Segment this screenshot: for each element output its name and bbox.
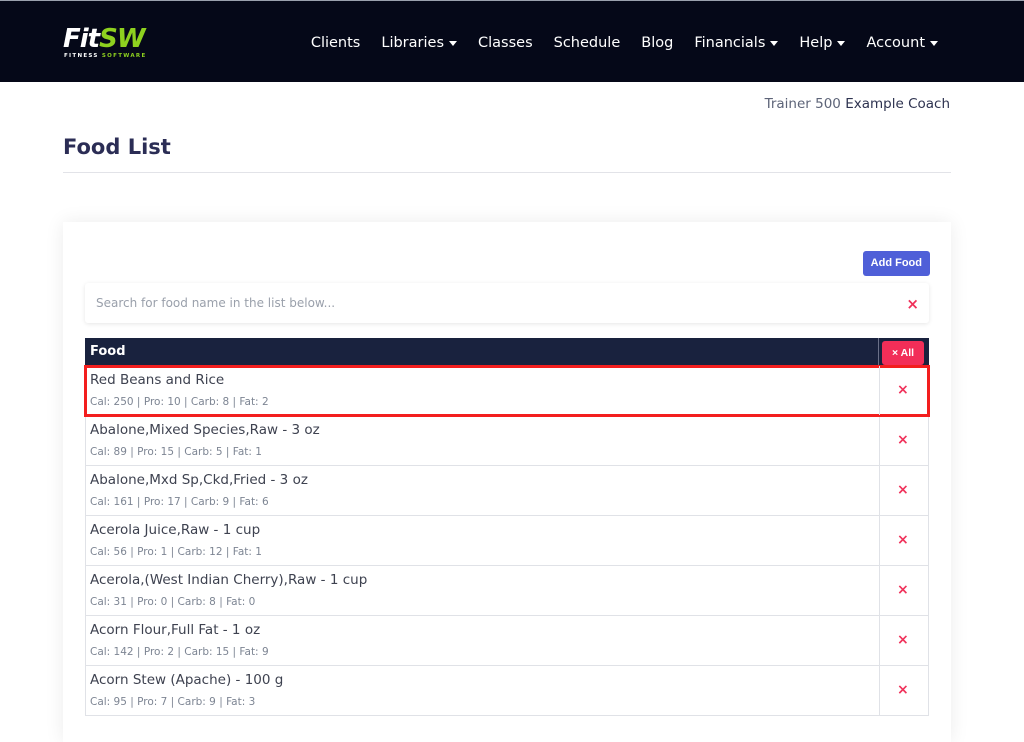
delete-icon[interactable]: × — [897, 432, 909, 448]
food-name: Abalone,Mxd Sp,Ckd,Fried - 3 oz — [90, 472, 308, 488]
nav-libraries[interactable]: Libraries — [381, 33, 457, 53]
nav-label: Financials — [694, 35, 766, 51]
food-name: Acerola,(West Indian Cherry),Raw - 1 cup — [90, 572, 368, 588]
user-role: Trainer 500 — [764, 96, 841, 112]
nav-blog[interactable]: Blog — [641, 33, 673, 53]
column-divider — [879, 466, 880, 515]
food-macros: Cal: 31 | Pro: 0 | Carb: 8 | Fat: 0 — [90, 596, 256, 608]
table-header: Food × All — [85, 338, 929, 366]
delete-all-button[interactable]: × All — [882, 341, 924, 365]
table-row[interactable]: Red Beans and Rice Cal: 250 | Pro: 10 | … — [84, 365, 930, 417]
food-name: Acerola Juice,Raw - 1 cup — [90, 522, 261, 538]
nav-label: Schedule — [553, 35, 621, 51]
table-row[interactable]: Acerola,(West Indian Cherry),Raw - 1 cup… — [85, 566, 929, 616]
delete-icon[interactable]: × — [897, 632, 909, 648]
nav-help[interactable]: Help — [799, 33, 846, 53]
food-macros: Cal: 95 | Pro: 7 | Carb: 9 | Fat: 3 — [90, 696, 256, 708]
table-row[interactable]: Acorn Flour,Full Fat - 1 oz Cal: 142 | P… — [85, 616, 929, 666]
column-header-food: Food — [90, 344, 126, 359]
nav-schedule[interactable]: Schedule — [554, 33, 621, 53]
logo-sub-accent: SOFTWARE — [101, 53, 147, 59]
delete-icon[interactable]: × — [897, 482, 909, 498]
add-food-button[interactable]: Add Food — [862, 251, 930, 276]
column-divider — [878, 338, 879, 366]
column-divider — [879, 616, 880, 665]
column-divider — [879, 666, 880, 715]
nav-classes[interactable]: Classes — [478, 33, 533, 53]
food-name: Acorn Stew (Apache) - 100 g — [90, 672, 284, 688]
nav-account[interactable]: Account — [866, 33, 938, 53]
nav-label: Libraries — [381, 35, 444, 51]
food-macros: Cal: 250 | Pro: 10 | Carb: 8 | Fat: 2 — [90, 396, 269, 408]
title-divider — [63, 172, 951, 173]
nav-label: Account — [866, 35, 925, 51]
current-user: Trainer 500 Example Coach — [765, 96, 950, 112]
nav-label: Blog — [641, 35, 674, 51]
table-row[interactable]: Abalone,Mxd Sp,Ckd,Fried - 3 oz Cal: 161… — [85, 466, 929, 516]
user-name: Example Coach — [845, 96, 950, 112]
nav-financials[interactable]: Financials — [694, 33, 779, 53]
nav-clients[interactable]: Clients — [311, 33, 361, 53]
food-macros: Cal: 142 | Pro: 2 | Carb: 15 | Fat: 9 — [90, 646, 269, 658]
delete-icon[interactable]: × — [897, 682, 909, 698]
food-macros: Cal: 161 | Pro: 17 | Carb: 9 | Fat: 6 — [90, 496, 269, 508]
column-divider — [879, 416, 880, 465]
column-divider — [879, 366, 880, 415]
caret-down-icon — [770, 40, 779, 46]
food-name: Red Beans and Rice — [90, 372, 225, 388]
food-name: Acorn Flour,Full Fat - 1 oz — [90, 622, 261, 638]
caret-down-icon — [930, 40, 938, 46]
search-input[interactable] — [85, 283, 885, 323]
page-title: Food List — [63, 135, 171, 159]
food-table: Food × All Red Beans and Rice Cal: 250 |… — [84, 338, 930, 716]
nav-label: Clients — [310, 35, 361, 51]
top-navbar: FitSW FITNESS SOFTWARE Clients Libraries… — [0, 0, 1024, 82]
food-name: Abalone,Mixed Species,Raw - 3 oz — [90, 422, 320, 438]
clear-search-icon[interactable]: × — [906, 295, 919, 313]
delete-icon[interactable]: × — [897, 532, 909, 548]
logo-sub-main: FITNESS — [64, 53, 102, 59]
caret-down-icon — [449, 40, 457, 46]
delete-icon[interactable]: × — [897, 382, 909, 398]
delete-icon[interactable]: × — [897, 582, 909, 598]
search-box: × — [85, 283, 929, 323]
fitsw-logo[interactable]: FitSW FITNESS SOFTWARE — [63, 25, 173, 61]
nav-label: Classes — [478, 35, 533, 51]
logo-text-accent: SW — [99, 24, 145, 54]
caret-down-icon — [837, 40, 846, 46]
food-list-card: Add Food × Food × All Red Beans and Rice… — [63, 222, 951, 742]
column-divider — [879, 566, 880, 615]
table-row[interactable]: Acorn Stew (Apache) - 100 g Cal: 95 | Pr… — [85, 666, 929, 716]
nav-label: Help — [799, 35, 833, 51]
table-row[interactable]: Acerola Juice,Raw - 1 cup Cal: 56 | Pro:… — [85, 516, 929, 566]
column-divider — [879, 516, 880, 565]
main-nav: Clients Libraries Classes Schedule Blog … — [290, 33, 938, 53]
food-macros: Cal: 89 | Pro: 15 | Carb: 5 | Fat: 1 — [90, 446, 262, 458]
logo-text-main: Fit — [63, 24, 100, 54]
food-macros: Cal: 56 | Pro: 1 | Carb: 12 | Fat: 1 — [90, 546, 262, 558]
table-row[interactable]: Abalone,Mixed Species,Raw - 3 oz Cal: 89… — [85, 416, 929, 466]
